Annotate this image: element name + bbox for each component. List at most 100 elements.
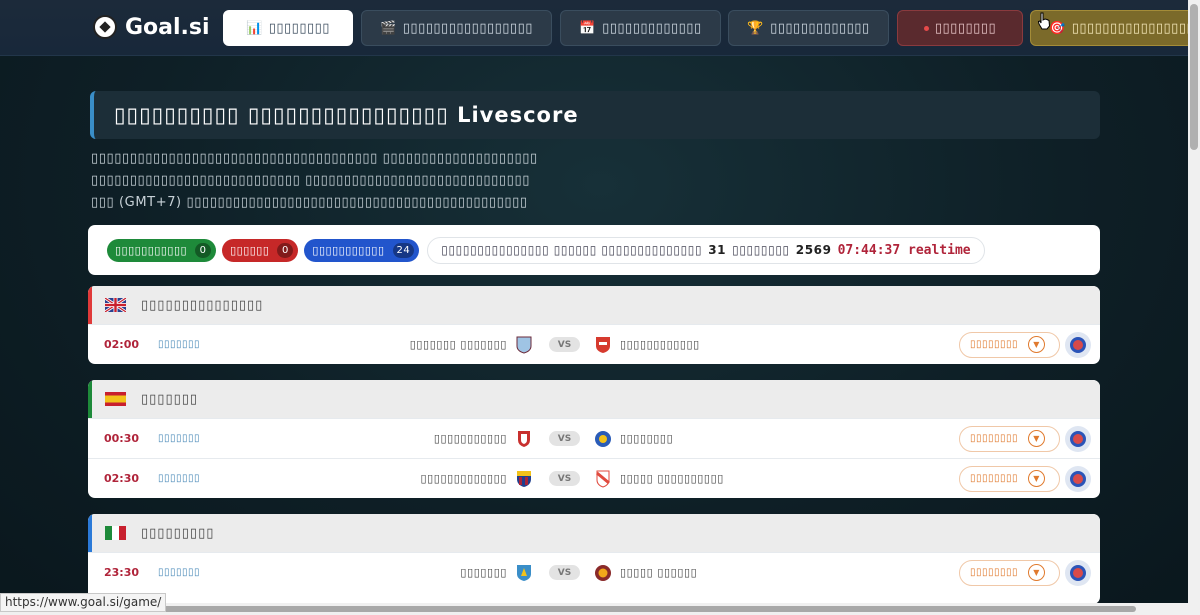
summary-text: ▯▯▯▯▯▯▯▯ <box>732 243 790 257</box>
uk-flag-icon <box>105 298 126 312</box>
league-card: ▯▯▯▯▯▯▯ 00:30 ▯▯▯▯▯▯▯ ▯▯▯▯▯▯▯▯▯▯▯ VS ▯▯▯… <box>88 380 1100 498</box>
intro-line: ▯▯▯ (GMT+7) ▯▯▯▯▯▯▯▯▯▯▯▯▯▯▯▯▯▯▯▯▯▯▯▯▯▯▯▯… <box>91 195 528 210</box>
pill-label: ▯▯▯▯▯▯ <box>230 243 270 257</box>
nav-tab-odds[interactable]: 🎯 ▯▯▯▯▯▯▯▯▯▯▯▯▯▯▯▯▯▯ <box>1030 10 1200 46</box>
away-team: ▯▯▯▯▯ ▯▯▯▯▯▯▯▯▯▯ <box>594 470 724 488</box>
prediction-button[interactable] <box>1065 465 1091 492</box>
league-name: ▯▯▯▯▯▯▯▯▯ <box>141 525 215 541</box>
hand-cursor-icon <box>1037 12 1051 30</box>
prediction-button[interactable] <box>1065 559 1091 586</box>
horizontal-scrollbar[interactable] <box>0 603 1188 615</box>
scrollbar-thumb[interactable] <box>1190 4 1198 150</box>
pill-label: ▯▯▯▯▯▯▯▯▯▯▯ <box>115 243 188 257</box>
home-team: ▯▯▯▯▯▯▯▯▯▯▯▯▯ <box>421 470 534 488</box>
match-time: 02:00 <box>104 338 140 351</box>
nav-tab-label: ▯▯▯▯▯▯▯▯▯▯▯▯▯▯▯▯▯▯ <box>1071 20 1200 36</box>
pill-label: ▯▯▯▯▯▯▯▯▯▯▯ <box>312 243 385 257</box>
summary-count: 31 <box>708 243 727 257</box>
league-header[interactable]: ▯▯▯▯▯▯▯▯▯ <box>88 514 1100 552</box>
nav-tab-fixtures[interactable]: 📅 ▯▯▯▯▯▯▯▯▯▯▯▯▯ <box>560 10 721 46</box>
away-crest-icon <box>596 470 610 488</box>
away-team: ▯▯▯▯▯▯▯▯▯▯▯▯ <box>594 336 700 354</box>
match-status: ▯▯▯▯▯▯▯ <box>158 433 201 444</box>
realtime-clock: 07:44:37 realtime <box>837 242 971 258</box>
match-details-button[interactable]: ▯▯▯▯▯▯▯▯ ▼ <box>959 331 1060 358</box>
link-url-tooltip: https://www.goal.si/game/ <box>0 593 167 612</box>
home-team: ▯▯▯▯▯▯▯▯▯▯▯ <box>434 430 533 448</box>
spain-flag-icon <box>105 392 126 406</box>
intro-line: ▯▯▯▯▯▯▯▯▯▯▯▯▯▯▯▯▯▯▯▯▯▯▯▯▯▯▯▯▯▯▯▯▯▯▯▯▯ ▯▯… <box>91 151 538 166</box>
match-time: 00:30 <box>104 432 140 445</box>
match-details-button[interactable]: ▯▯▯▯▯▯▯▯ ▼ <box>959 465 1060 492</box>
league-name: ▯▯▯▯▯▯▯▯▯▯▯▯▯▯▯ <box>141 297 264 313</box>
away-crest-icon <box>595 564 611 581</box>
match-status: ▯▯▯▯▯▯▯ <box>158 567 201 578</box>
nav-tab-standings[interactable]: 🏆 ▯▯▯▯▯▯▯▯▯▯▯▯▯ <box>728 10 889 46</box>
scrollbar-thumb[interactable] <box>160 606 1136 612</box>
match-row[interactable]: 23:30 ▯▯▯▯▯▯▯ ▯▯▯▯▯▯▯ VS ▯▯▯▯▯ ▯▯▯▯▯▯ ▯▯… <box>88 552 1100 592</box>
target-icon <box>1070 564 1086 581</box>
nav-tab-label: ▯▯▯▯▯▯▯▯ <box>934 20 997 36</box>
match-row[interactable]: 00:30 ▯▯▯▯▯▯▯ ▯▯▯▯▯▯▯▯▯▯▯ VS ▯▯▯▯▯▯▯▯ ▯▯… <box>88 418 1100 458</box>
filter-pill-finished[interactable]: ▯▯▯▯▯▯ 0 <box>222 238 299 262</box>
away-team-name: ▯▯▯▯▯▯▯▯▯▯▯▯ <box>620 338 700 351</box>
pill-count: 24 <box>392 242 415 258</box>
home-team-name: ▯▯▯▯▯▯▯ <box>460 566 507 579</box>
home-team-name: ▯▯▯▯▯▯▯▯▯▯▯▯▯ <box>420 472 507 485</box>
match-row[interactable]: 02:00 ▯▯▯▯▯▯▯ ▯▯▯▯▯▯▯ ▯▯▯▯▯▯▯ VS ▯▯▯▯▯▯▯… <box>88 324 1100 364</box>
nav-tab-live[interactable]: ▯▯▯▯▯▯▯▯ <box>897 10 1023 46</box>
summary-text: ▯▯▯▯▯▯▯▯▯▯▯▯▯▯▯ ▯▯▯▯▯▯ ▯▯▯▯▯▯▯▯▯▯▯▯▯▯ <box>441 243 703 257</box>
home-team: ▯▯▯▯▯▯▯ ▯▯▯▯▯▯▯ <box>410 336 533 354</box>
league-name: ▯▯▯▯▯▯▯ <box>141 391 199 407</box>
site-logo[interactable]: Goal.si <box>93 13 210 41</box>
live-dot-icon <box>923 25 929 31</box>
away-team-name: ▯▯▯▯▯ ▯▯▯▯▯▯ <box>620 566 698 579</box>
filter-pill-live[interactable]: ▯▯▯▯▯▯▯▯▯▯▯ 0 <box>107 238 217 262</box>
nav-tab-label: ▯▯▯▯▯▯▯▯▯▯▯▯▯▯▯▯▯ <box>402 20 533 36</box>
details-label: ▯▯▯▯▯▯▯▯ <box>970 567 1019 578</box>
nav-tab-label: ▯▯▯▯▯▯▯▯▯▯▯▯▯ <box>602 20 702 36</box>
trophy-icon: 🏆 <box>747 20 765 36</box>
target-icon <box>1070 430 1086 447</box>
chart-icon: 📊 <box>246 20 263 36</box>
nav-tab-label: ▯▯▯▯▯▯▯▯▯▯▯▯▯ <box>770 20 870 36</box>
home-crest-icon <box>518 430 530 447</box>
away-team-name: ▯▯▯▯▯ ▯▯▯▯▯▯▯▯▯▯ <box>620 472 724 485</box>
match-details-button[interactable]: ▯▯▯▯▯▯▯▯ ▼ <box>959 559 1060 586</box>
away-crest-icon <box>596 336 610 353</box>
target-icon <box>1070 470 1086 487</box>
league-header[interactable]: ▯▯▯▯▯▯▯▯▯▯▯▯▯▯▯ <box>88 286 1100 324</box>
vertical-scrollbar[interactable] <box>1188 0 1200 615</box>
match-status-bar: ▯▯▯▯▯▯▯▯▯▯▯ 0 ▯▯▯▯▯▯ 0 ▯▯▯▯▯▯▯▯▯▯▯ 24 ▯▯… <box>88 225 1100 275</box>
league-card: ▯▯▯▯▯▯▯▯▯▯▯▯▯▯▯ 02:00 ▯▯▯▯▯▯▯ ▯▯▯▯▯▯▯ ▯▯… <box>88 286 1100 364</box>
summary-box: ▯▯▯▯▯▯▯▯▯▯▯▯▯▯▯ ▯▯▯▯▯▯ ▯▯▯▯▯▯▯▯▯▯▯▯▯▯ 31… <box>427 236 985 264</box>
vs-badge: VS <box>549 565 580 580</box>
away-crest-icon <box>595 430 611 447</box>
home-team: ▯▯▯▯▯▯▯ <box>460 564 533 582</box>
home-crest-icon <box>516 336 532 354</box>
home-team-name: ▯▯▯▯▯▯▯ ▯▯▯▯▯▯▯ <box>409 338 507 351</box>
soccer-ball-icon <box>93 15 117 39</box>
vs-badge: VS <box>549 431 580 446</box>
league-card: ▯▯▯▯▯▯▯▯▯ 23:30 ▯▯▯▯▯▯▯ ▯▯▯▯▯▯▯ VS ▯▯▯▯▯… <box>88 514 1100 604</box>
italy-flag-icon <box>105 526 126 540</box>
match-row[interactable]: 02:30 ▯▯▯▯▯▯▯ ▯▯▯▯▯▯▯▯▯▯▯▯▯ VS ▯▯▯▯▯ ▯▯▯… <box>88 458 1100 498</box>
details-label: ▯▯▯▯▯▯▯▯ <box>970 433 1019 444</box>
match-details-button[interactable]: ▯▯▯▯▯▯▯▯ ▼ <box>959 425 1060 452</box>
chevron-down-icon: ▼ <box>1028 470 1046 487</box>
nav-tab-livescore[interactable]: 📊 ▯▯▯▯▯▯▯▯ <box>223 10 353 46</box>
prediction-button[interactable] <box>1065 425 1091 452</box>
match-status: ▯▯▯▯▯▯▯ <box>158 339 201 350</box>
nav-tab-highlights[interactable]: 🎬 ▯▯▯▯▯▯▯▯▯▯▯▯▯▯▯▯▯ <box>361 10 552 46</box>
league-header[interactable]: ▯▯▯▯▯▯▯ <box>88 380 1100 418</box>
prediction-button[interactable] <box>1065 331 1091 358</box>
intro-text: ▯▯▯▯▯▯▯▯▯▯▯▯▯▯▯▯▯▯▯▯▯▯▯▯▯▯▯▯▯▯▯▯▯▯▯▯▯ ▯▯… <box>91 148 591 214</box>
filter-pill-upcoming[interactable]: ▯▯▯▯▯▯▯▯▯▯▯ 24 <box>304 238 420 262</box>
page-title: ▯▯▯▯▯▯▯▯▯▯ ▯▯▯▯▯▯▯▯▯▯▯▯▯▯▯▯ Livescore <box>90 91 1100 139</box>
away-team: ▯▯▯▯▯▯▯▯ <box>594 430 673 448</box>
vs-badge: VS <box>549 337 580 352</box>
match-time: 02:30 <box>104 472 140 485</box>
target-icon <box>1070 336 1086 353</box>
top-nav: Goal.si 📊 ▯▯▯▯▯▯▯▯ 🎬 ▯▯▯▯▯▯▯▯▯▯▯▯▯▯▯▯▯ 📅… <box>0 0 1200 56</box>
pill-count: 0 <box>277 242 294 258</box>
